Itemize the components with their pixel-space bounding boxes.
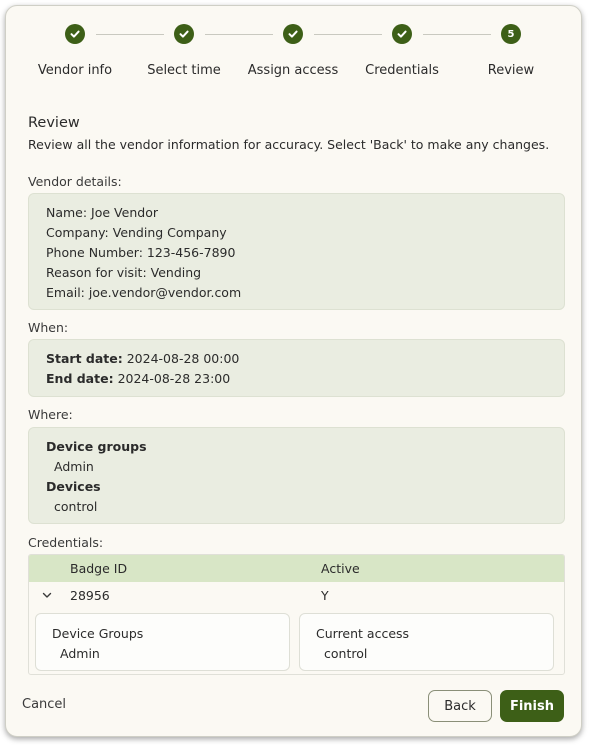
current-access-card: Current access control — [299, 613, 554, 671]
review-dialog: 5 Vendor info Select time Assign access … — [5, 5, 582, 737]
device-groups-heading: Device groups — [46, 439, 147, 454]
step-2-check-icon — [174, 24, 194, 44]
step-label-credentials: Credentials — [365, 63, 439, 78]
vendor-details-panel: Name: Joe Vendor Company: Vending Compan… — [28, 193, 565, 310]
step-connector — [96, 34, 164, 35]
vendor-phone: Phone Number: 123-456-7890 — [46, 245, 236, 260]
end-date-row: End date: 2024-08-28 23:00 — [46, 369, 547, 389]
vendor-email: Email: joe.vendor@vendor.com — [46, 285, 242, 300]
step-connector — [205, 34, 273, 35]
device-groups-card-label: Device Groups — [52, 626, 144, 641]
vendor-name: Name: Joe Vendor — [46, 205, 158, 220]
badge-id-cell: 28956 — [70, 588, 110, 603]
step-4-check-icon — [392, 24, 412, 44]
chevron-down-icon[interactable] — [41, 589, 53, 601]
step-3-check-icon — [283, 24, 303, 44]
finish-button[interactable]: Finish — [500, 690, 564, 722]
step-label-review: Review — [487, 63, 535, 78]
start-date-value: 2024-08-28 00:00 — [126, 351, 240, 366]
back-button[interactable]: Back — [428, 690, 492, 722]
step-1-check-icon — [65, 24, 85, 44]
credentials-table: Badge ID Active 28956 Y Device Groups Ad… — [28, 554, 565, 675]
end-date-value: 2024-08-28 23:00 — [117, 371, 231, 386]
when-panel: Start date: 2024-08-28 00:00 End date: 2… — [28, 339, 565, 397]
active-cell: Y — [321, 588, 329, 603]
step-label-assign-access: Assign access — [247, 63, 339, 78]
credentials-table-header: Badge ID Active — [29, 555, 564, 582]
device-groups-value: Admin — [54, 459, 94, 474]
vendor-details-label: Vendor details: — [28, 174, 122, 189]
current-access-card-value: control — [324, 646, 368, 661]
column-header-badge-id[interactable]: Badge ID — [70, 561, 127, 576]
device-groups-card-value: Admin — [60, 646, 100, 661]
cancel-button[interactable]: Cancel — [22, 697, 66, 712]
step-label-vendor-info: Vendor info — [37, 63, 113, 78]
vendor-reason: Reason for visit: Vending — [46, 265, 202, 280]
step-label-select-time: Select time — [147, 63, 221, 78]
devices-value: control — [54, 499, 98, 514]
vendor-company: Company: Vending Company — [46, 225, 227, 240]
step-connector — [423, 34, 491, 35]
page-title: Review — [28, 115, 80, 131]
stepper: 5 Vendor info Select time Assign access … — [6, 6, 583, 96]
table-row[interactable]: 28956 Y — [29, 582, 564, 610]
where-panel: Device groups Admin Devices control — [28, 427, 565, 524]
start-date-label: Start date: — [46, 351, 123, 366]
step-connector — [314, 34, 382, 35]
when-label: When: — [28, 320, 69, 335]
device-groups-card: Device Groups Admin — [35, 613, 290, 671]
step-5-number: 5 — [501, 24, 521, 44]
page-subtitle: Review all the vendor information for ac… — [28, 137, 550, 152]
current-access-card-label: Current access — [316, 626, 410, 641]
where-label: Where: — [28, 407, 73, 422]
devices-heading: Devices — [46, 479, 101, 494]
column-header-active[interactable]: Active — [321, 561, 360, 576]
start-date-row: Start date: 2024-08-28 00:00 — [46, 349, 547, 369]
end-date-label: End date: — [46, 371, 114, 386]
credentials-label: Credentials: — [28, 535, 104, 550]
